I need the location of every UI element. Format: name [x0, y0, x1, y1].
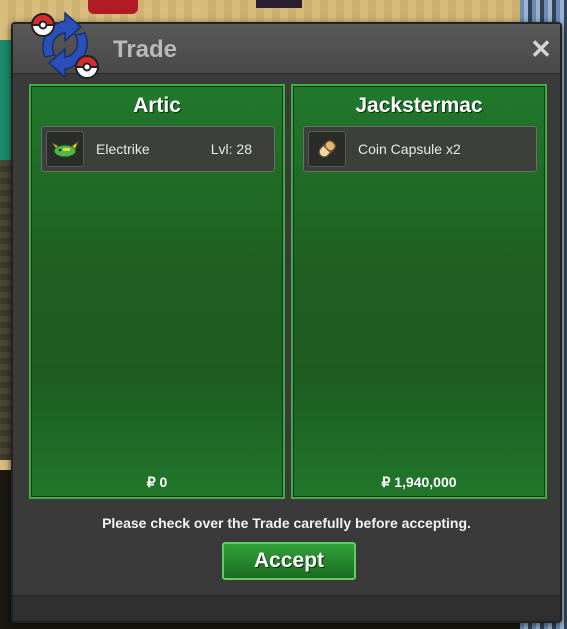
trade-swap-icon	[30, 11, 100, 79]
money-amount: ₽ 1,940,000	[381, 474, 457, 490]
trade-notice: Please check over the Trade carefully be…	[102, 515, 471, 531]
trade-window: Trade ✕ Artic Electrike Lvl: 28 ₽ 0 Jack…	[11, 11, 562, 623]
close-icon: ✕	[530, 33, 552, 64]
accept-button[interactable]: Accept	[222, 542, 356, 580]
player-name: Artic	[133, 94, 181, 117]
window-title: Trade	[113, 36, 178, 63]
item-name: Coin Capsule x2	[358, 141, 461, 157]
trade-item-slot[interactable]: Coin Capsule x2	[303, 126, 537, 172]
player-name: Jackstermac	[355, 94, 483, 117]
window-footer	[13, 595, 560, 621]
close-button[interactable]: ✕	[528, 33, 554, 64]
dark-sprite	[256, 0, 302, 8]
electrike-icon	[46, 131, 84, 167]
item-name: Electrike	[96, 141, 150, 157]
player-panel-jackstermac: Jackstermac Coin Capsule x2 ₽ 1,940,000	[291, 84, 547, 499]
money-amount: ₽ 0	[146, 474, 168, 490]
coin-capsule-icon	[308, 131, 346, 167]
item-level: Lvl: 28	[210, 141, 252, 157]
player-panel-artic: Artic Electrike Lvl: 28 ₽ 0	[29, 84, 285, 499]
trade-item-slot[interactable]: Electrike Lvl: 28	[41, 126, 275, 172]
